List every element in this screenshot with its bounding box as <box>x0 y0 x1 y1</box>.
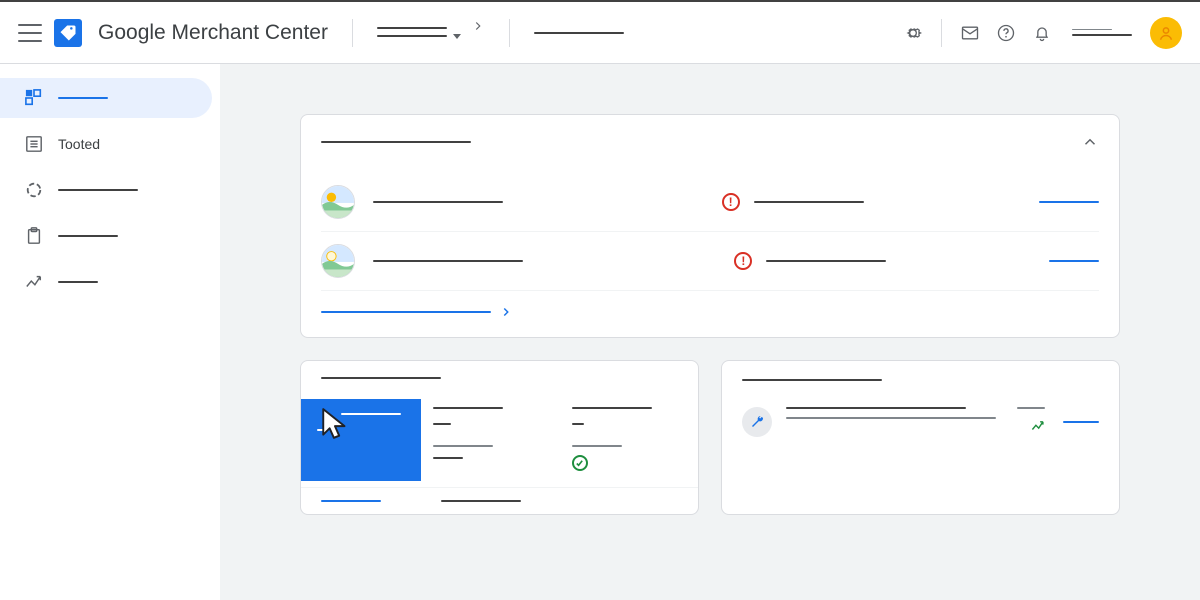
sidebar: Tooted <box>0 64 220 600</box>
sidebar-item-label: Tooted <box>58 136 100 152</box>
alert-icon <box>734 252 752 270</box>
card-header <box>321 133 1099 151</box>
user-label <box>1072 29 1132 37</box>
metrics-tabs <box>301 399 698 481</box>
divider <box>941 19 942 47</box>
sidebar-item-label <box>58 235 118 237</box>
status-text <box>754 201 864 203</box>
tag-icon <box>58 23 78 43</box>
store-name <box>373 260 523 262</box>
help-button[interactable] <box>994 21 1018 45</box>
store-avatar-icon <box>321 244 355 278</box>
store-avatar-icon <box>321 185 355 219</box>
topbar: Google Merchant Center <box>0 0 1200 64</box>
bell-icon <box>1032 23 1052 43</box>
sidebar-item-performance[interactable] <box>0 170 212 210</box>
sidebar-item-growth[interactable] <box>0 262 212 302</box>
bottom-grid <box>300 360 1120 515</box>
chevron-right-icon <box>499 305 513 319</box>
wrench-icon <box>742 407 772 437</box>
tab[interactable] <box>560 399 699 481</box>
cursor-icon <box>319 407 353 441</box>
person-icon <box>1156 23 1176 43</box>
card-footer-link[interactable] <box>321 500 381 502</box>
store-row <box>321 232 1099 291</box>
chevron-up-icon[interactable] <box>1081 133 1099 151</box>
suggestion-title <box>786 407 966 409</box>
avatar-button[interactable] <box>1150 17 1182 49</box>
card-title <box>742 379 882 381</box>
gear-icon <box>903 23 923 43</box>
app-title: Google Merchant Center <box>98 21 328 45</box>
metrics-card <box>300 360 699 515</box>
account-sub-placeholder <box>377 35 447 37</box>
card-footer-link[interactable] <box>321 305 1099 319</box>
menu-button[interactable] <box>18 24 42 42</box>
account-selector[interactable] <box>377 27 485 39</box>
sidebar-item-products[interactable]: Tooted <box>0 124 212 164</box>
status-text <box>766 260 886 262</box>
notifications-button[interactable] <box>1030 21 1054 45</box>
tab-selected[interactable] <box>301 399 421 481</box>
main: Tooted <box>0 64 1200 600</box>
settings-button[interactable] <box>901 21 925 45</box>
trend-icon <box>24 272 44 292</box>
secondary-selector[interactable] <box>534 32 624 34</box>
clipboard-icon <box>24 226 44 246</box>
dashboard-icon <box>24 88 44 108</box>
action-link[interactable] <box>1049 260 1099 262</box>
stat-label <box>1017 407 1045 409</box>
content <box>220 64 1200 600</box>
sidebar-item-label <box>58 97 108 99</box>
mail-button[interactable] <box>958 21 982 45</box>
chevron-down-icon <box>453 34 461 39</box>
sidebar-item-orders[interactable] <box>0 216 212 256</box>
list-icon <box>24 134 44 154</box>
suggestion-row <box>742 407 1099 437</box>
suggestions-card <box>721 360 1120 515</box>
overview-card <box>300 114 1120 338</box>
app-logo[interactable] <box>54 19 82 47</box>
circle-dashed-icon <box>24 180 44 200</box>
footer-text <box>441 500 521 502</box>
action-link[interactable] <box>1063 421 1099 423</box>
checkmark-icon <box>572 455 588 471</box>
store-name <box>373 201 503 203</box>
sidebar-item-label <box>58 281 98 283</box>
tab[interactable] <box>421 399 560 481</box>
action-link[interactable] <box>1039 201 1099 203</box>
divider <box>352 19 353 47</box>
account-name-placeholder <box>377 27 447 29</box>
help-icon <box>996 23 1016 43</box>
trend-up-icon <box>1031 419 1045 433</box>
sidebar-item-overview[interactable] <box>0 78 212 118</box>
card-title <box>321 377 441 379</box>
card-title <box>321 141 471 143</box>
divider <box>509 19 510 47</box>
suggestion-sub <box>786 417 996 419</box>
chevron-right-icon <box>471 19 485 33</box>
store-row <box>321 173 1099 232</box>
sidebar-item-label <box>58 189 138 191</box>
alert-icon <box>722 193 740 211</box>
mail-icon <box>960 23 980 43</box>
